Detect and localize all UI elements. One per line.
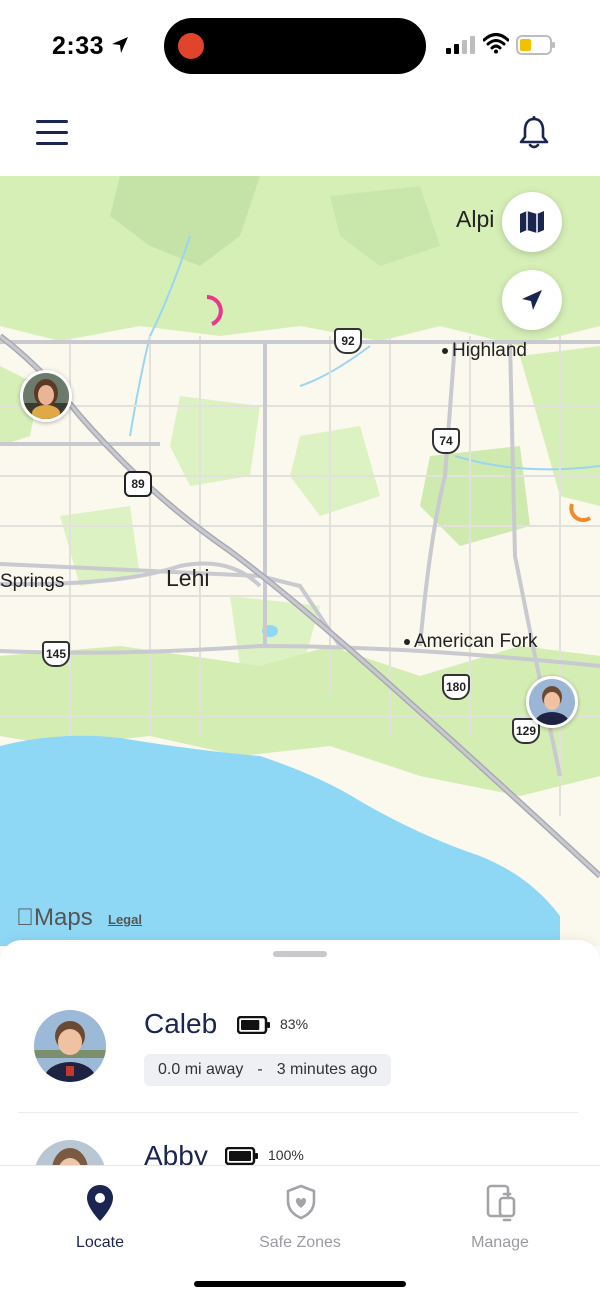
avatar-photo — [34, 1010, 106, 1082]
route-shield-89: 89 — [124, 471, 152, 497]
tab-safe-zones[interactable]: Safe Zones — [200, 1166, 400, 1266]
battery-icon — [516, 35, 555, 55]
navigation-arrow-icon — [522, 290, 542, 310]
battery-percent: 100% — [268, 1147, 304, 1163]
avatar — [34, 1140, 106, 1165]
recenter-button[interactable] — [502, 270, 562, 330]
map-label-lehi: Lehi — [166, 565, 210, 591]
member-name: Abby — [144, 1140, 208, 1165]
sheet-grabber[interactable] — [273, 951, 327, 957]
devices-icon — [486, 1184, 516, 1222]
map-label-american-fork: American Fork — [404, 631, 538, 653]
map-label-highland: Highland — [442, 340, 527, 362]
apple-logo-icon:  — [16, 904, 34, 931]
battery-icon — [237, 1016, 270, 1034]
location-status-pill: 0.0 mi away -3 minutes ago — [144, 1054, 392, 1086]
location-pin-icon — [87, 1185, 113, 1221]
recording-indicator-icon — [178, 33, 204, 59]
tab-locate[interactable]: Locate — [0, 1166, 200, 1266]
battery-percent: 83% — [280, 1016, 309, 1032]
dynamic-island — [164, 18, 426, 74]
status-time: 2:33 — [52, 32, 105, 60]
status-bar: 2:33 — [0, 0, 600, 92]
app-header — [0, 92, 600, 176]
divider — [18, 1112, 578, 1113]
map-avatar-member[interactable] — [20, 370, 72, 422]
cellular-signal-icon — [446, 36, 475, 54]
shield-heart-icon — [286, 1184, 316, 1220]
last-seen-text: 3 minutes ago — [276, 1061, 378, 1078]
avatar — [34, 1010, 106, 1082]
location-services-icon — [112, 37, 128, 53]
route-shield-74: 74 — [432, 428, 460, 454]
avatar-photo — [23, 373, 69, 419]
separator: - — [257, 1061, 263, 1078]
distance-text: 0.0 mi away — [158, 1061, 244, 1078]
map-avatar-caleb[interactable] — [526, 676, 578, 728]
bell-icon[interactable] — [518, 116, 550, 150]
map-label-american-fork-text: American Fork — [414, 631, 538, 652]
hamburger-menu-icon[interactable] — [36, 120, 68, 146]
wifi-icon — [483, 33, 509, 54]
map-label-highland-text: Highland — [452, 340, 527, 361]
map-type-button[interactable] — [502, 192, 562, 252]
tab-label: Safe Zones — [259, 1234, 341, 1251]
route-shield-145: 145 — [42, 641, 70, 667]
avatar-photo — [34, 1140, 106, 1165]
tab-bar: Locate Safe Zones Manage — [0, 1165, 600, 1300]
tab-label: Manage — [471, 1234, 529, 1251]
member-name: Caleb — [144, 1008, 218, 1039]
legal-link[interactable]: Legal — [108, 912, 142, 927]
route-shield-180: 180 — [442, 674, 470, 700]
tab-manage[interactable]: Manage — [400, 1166, 600, 1266]
map-label-alpine: Alpi — [456, 206, 495, 232]
map-icon — [520, 211, 544, 233]
home-indicator[interactable] — [194, 1281, 406, 1287]
map-label-springs: Springs — [0, 571, 65, 592]
battery-icon — [225, 1147, 258, 1165]
map-view[interactable]: Alpi Highland Springs Lehi American Fork… — [0, 176, 600, 946]
avatar-photo — [529, 679, 575, 725]
route-shield-92: 92 — [334, 328, 362, 354]
tab-label: Locate — [75, 1234, 125, 1251]
maps-attribution: Maps — [16, 904, 93, 932]
members-sheet[interactable]: Caleb 83% 0.0 mi away -3 minutes ago Abby… — [0, 940, 600, 1165]
maps-brand-text: Maps — [16, 904, 93, 931]
